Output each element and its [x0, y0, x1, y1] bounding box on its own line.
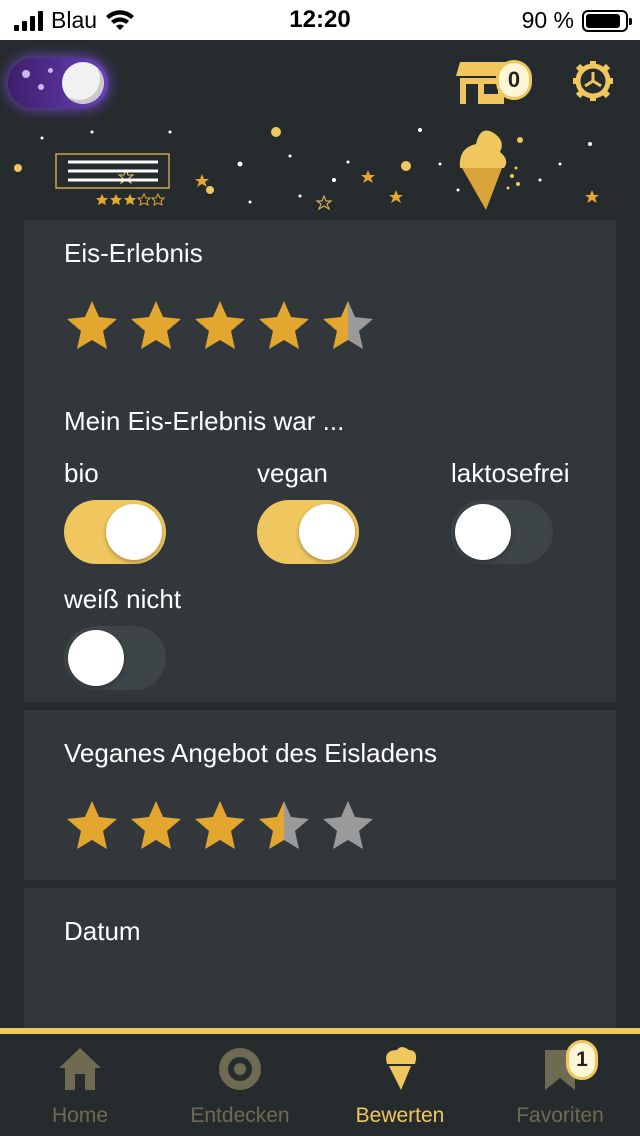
- experience-star-5[interactable]: [320, 298, 376, 354]
- toggle-knob: [68, 630, 124, 686]
- app-header: 0: [0, 40, 640, 220]
- tab-home[interactable]: Home: [0, 1044, 160, 1128]
- vegan-offer-star-2[interactable]: [128, 798, 184, 854]
- tab-bewerten[interactable]: Bewerten: [320, 1044, 480, 1128]
- toggle-vegan[interactable]: [257, 500, 359, 564]
- tab-label: Bewerten: [355, 1104, 445, 1127]
- toggle-label-laktosefrei: laktosefrei: [451, 458, 570, 488]
- attributes-title: Mein Eis-Erlebnis war ...: [64, 406, 345, 436]
- tab-label: Favoriten: [516, 1104, 604, 1127]
- experience-star-4[interactable]: [256, 298, 312, 354]
- experience-card: Eis-Erlebnis Mein Eis-Erlebnis war ... b…: [24, 220, 616, 702]
- toggle-label-weiss-nicht: weiß nicht: [64, 584, 182, 614]
- toggle-laktosefrei[interactable]: [451, 500, 553, 564]
- toggle-knob: [106, 504, 162, 560]
- vegan-offer-card: Veganes Angebot des Eisladens: [24, 710, 616, 880]
- battery-icon: [582, 9, 632, 32]
- ice-cream-icon: [386, 1047, 417, 1090]
- status-right: 90 %: [521, 7, 632, 34]
- toggle-weiss-nicht[interactable]: [64, 626, 166, 690]
- vegan-offer-rating[interactable]: [64, 798, 376, 854]
- tab-label: Home: [51, 1104, 109, 1127]
- night-mode-toggle[interactable]: [8, 58, 108, 108]
- tab-label: Entdecken: [190, 1104, 290, 1127]
- date-title: Datum: [64, 916, 141, 946]
- status-bar: Blau 12:20 90 %: [0, 0, 640, 40]
- toggle-knob: [455, 504, 511, 560]
- experience-star-2[interactable]: [128, 298, 184, 354]
- shop-badge: 0: [496, 60, 532, 100]
- header-decoration: [14, 127, 599, 211]
- toggle-label-bio: bio: [64, 458, 99, 488]
- experience-rating[interactable]: [64, 298, 376, 354]
- experience-title: Eis-Erlebnis: [64, 238, 203, 268]
- toggle-bio[interactable]: [64, 500, 166, 564]
- tab-favoriten[interactable]: Favoriten: [480, 1044, 640, 1128]
- experience-star-3[interactable]: [192, 298, 248, 354]
- vegan-offer-title: Veganes Angebot des Eisladens: [64, 738, 437, 768]
- gear-icon[interactable]: [572, 60, 614, 102]
- date-card: Datum: [24, 888, 616, 1028]
- toggle-knob: [299, 504, 355, 560]
- experience-star-1[interactable]: [64, 298, 120, 354]
- vegan-offer-star-5[interactable]: [320, 798, 376, 854]
- favorites-badge: 1: [566, 1040, 598, 1080]
- battery-percent: 90 %: [521, 7, 574, 33]
- vegan-offer-star-3[interactable]: [192, 798, 248, 854]
- tab-bar: Home Entdecken Bewerten Favoriten: [0, 1028, 640, 1136]
- target-icon: [219, 1048, 261, 1090]
- toggle-label-vegan: vegan: [257, 458, 328, 488]
- vegan-offer-star-1[interactable]: [64, 798, 120, 854]
- home-icon: [59, 1048, 101, 1090]
- vegan-offer-star-4[interactable]: [256, 798, 312, 854]
- moon-icon: [62, 62, 104, 104]
- tab-entdecken[interactable]: Entdecken: [160, 1044, 320, 1128]
- ice-cream-icon: [459, 130, 520, 210]
